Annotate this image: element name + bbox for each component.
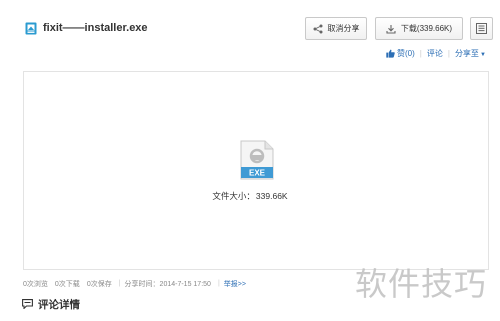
download-button[interactable]: 下载(339.66K) [375, 17, 463, 40]
file-actions: 赞(0) | 评论 | 分享至▼ [386, 47, 486, 60]
save-count: 0次保存 [86, 280, 112, 288]
download-label: 下载(339.66K) [400, 24, 453, 33]
cancel-share-label: 取消分享 [327, 24, 360, 33]
exe-file-icon: EXE [240, 140, 274, 180]
file-size: 文件大小：339.66K [0, 190, 500, 202]
cancel-share-button[interactable]: 取消分享 [305, 17, 367, 40]
file-title: fixit——installer.exe [43, 22, 148, 34]
action-divider: | [447, 49, 450, 58]
chat-icon [22, 299, 33, 309]
comments-title: 评论详情 [38, 299, 80, 311]
comment-link[interactable]: 评论 [427, 48, 443, 59]
share-to-link[interactable]: 分享至▼ [455, 48, 486, 59]
like-link[interactable]: 赞(0) [386, 48, 415, 59]
file-size-label: 文件大小： [212, 191, 255, 201]
download-count: 0次下载 [54, 280, 80, 288]
report-link[interactable]: 举报>> [224, 279, 246, 289]
file-size-value: 339.66K [255, 191, 288, 201]
download-icon [386, 24, 396, 34]
chevron-down-icon: ▼ [479, 52, 486, 58]
qr-code-button[interactable] [470, 17, 493, 40]
share-icon [313, 24, 322, 33]
thumbs-up-icon [386, 49, 395, 58]
action-divider: | [419, 49, 422, 58]
file-stats: 0次浏览 0次下载 0次保存 | 分享时间：2014-7-15 17:50 | … [23, 278, 253, 289]
file-type-label: EXE [249, 169, 266, 178]
stats-divider: | [118, 280, 121, 287]
qr-code-icon [476, 23, 487, 34]
stats-divider: | [217, 280, 220, 287]
share-time: 分享时间：2014-7-15 17:50 [124, 280, 211, 288]
view-count: 0次浏览 [23, 280, 48, 288]
like-label: 赞(0) [397, 49, 415, 58]
share-to-label: 分享至 [454, 49, 479, 58]
watermark-text: 软件技巧 [355, 265, 488, 303]
app-file-icon [25, 22, 37, 35]
